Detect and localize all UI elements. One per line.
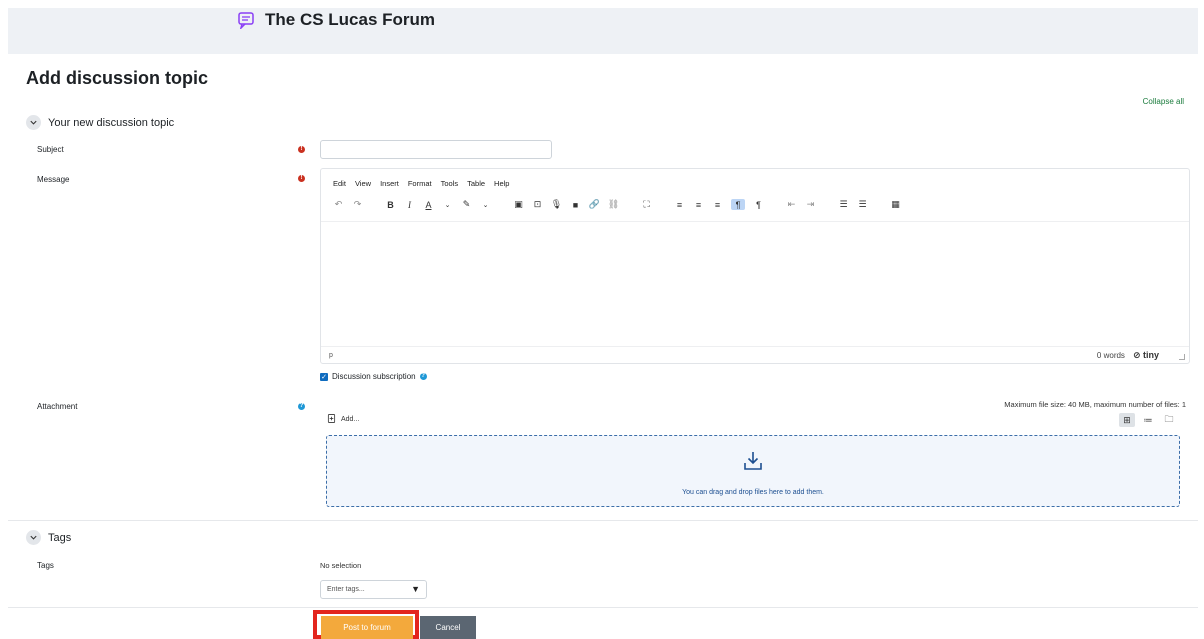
message-editor-area[interactable] <box>322 223 1188 345</box>
indent-icon[interactable]: ⇥ <box>805 199 816 210</box>
section-label-tags: Tags <box>48 531 72 544</box>
rtl-icon[interactable]: ¶ <box>753 199 764 210</box>
editor-toolbar: ↶ ↷ B I A ⌄ ✎ ⌄ ▣ ⊡ 🎙 ■ 🔗 ⛓ ⛶ ≡ ≡ ≡ ¶ ¶ … <box>333 199 901 210</box>
add-file-label: Add... <box>341 416 360 423</box>
record-video-icon[interactable]: ■ <box>570 199 581 210</box>
chevron-down-icon[interactable]: ⌄ <box>480 199 491 210</box>
numbered-list-icon[interactable]: ☰ <box>857 199 868 210</box>
discussion-subscription: ✓ Discussion subscription ? <box>320 372 427 381</box>
page-header <box>8 8 1198 54</box>
menu-insert[interactable]: Insert <box>380 179 399 188</box>
record-audio-icon[interactable]: 🎙 <box>551 199 562 210</box>
file-dropzone[interactable]: You can drag and drop files here to add … <box>326 435 1180 507</box>
required-icon: ! <box>298 146 305 153</box>
menu-format[interactable]: Format <box>408 179 432 188</box>
section-label-topic: Your new discussion topic <box>48 116 175 129</box>
tiny-logo[interactable]: ⊘ tiny <box>1133 350 1159 361</box>
subject-label: Subject <box>37 145 64 154</box>
fullscreen-icon[interactable]: ⛶ <box>641 199 652 210</box>
editor-path: p <box>329 352 333 359</box>
subscription-label: Discussion subscription <box>332 372 416 381</box>
bold-icon[interactable]: B <box>385 199 396 210</box>
align-right-icon[interactable]: ≡ <box>712 199 723 210</box>
required-icon: ! <box>298 175 305 182</box>
page-title: Add discussion topic <box>26 68 209 88</box>
bullet-list-icon[interactable]: ☰ <box>838 199 849 210</box>
folder-view-icon[interactable]: 🗀 <box>1161 413 1177 427</box>
subject-input[interactable] <box>320 140 552 159</box>
ltr-icon[interactable]: ¶ <box>731 199 745 210</box>
divider <box>8 520 1198 521</box>
post-to-forum-button[interactable]: Post to forum <box>321 616 413 639</box>
dropdown-arrow-icon[interactable]: ▼ <box>411 584 420 594</box>
rich-text-editor: Edit View Insert Format Tools Table Help… <box>320 168 1190 364</box>
chevron-down-icon[interactable]: ⌄ <box>442 199 453 210</box>
chevron-down-icon <box>26 115 41 130</box>
section-toggle-topic[interactable]: Your new discussion topic <box>26 115 174 130</box>
unlink-icon[interactable]: ⛓ <box>608 199 619 210</box>
forum-title-text: The CS Lucas Forum <box>265 10 436 29</box>
help-icon[interactable]: ? <box>298 403 305 410</box>
image-icon[interactable]: ▣ <box>513 199 524 210</box>
resize-handle[interactable] <box>1179 354 1185 360</box>
menu-tools[interactable]: Tools <box>441 179 459 188</box>
tiny-brand-text: tiny <box>1142 350 1159 360</box>
menu-table[interactable]: Table <box>467 179 485 188</box>
divider <box>321 221 1189 222</box>
add-file-button[interactable]: Add... <box>327 414 359 425</box>
message-label: Message <box>37 175 70 184</box>
align-center-icon[interactable]: ≡ <box>693 199 704 210</box>
highlight-icon[interactable]: ✎ <box>461 199 472 210</box>
undo-icon[interactable]: ↶ <box>333 199 344 210</box>
editor-statusbar: 0 words ⊘ tiny <box>1097 350 1159 361</box>
download-icon <box>742 450 764 472</box>
word-count[interactable]: 0 words <box>1097 351 1125 360</box>
chevron-down-icon <box>26 530 41 545</box>
forum-icon <box>237 11 255 31</box>
text-color-icon[interactable]: A <box>423 199 434 210</box>
divider <box>321 346 1189 347</box>
tags-input[interactable]: Enter tags... ▼ <box>320 580 427 599</box>
attachment-label: Attachment <box>37 402 78 411</box>
file-limits: Maximum file size: 40 MB, maximum number… <box>1004 400 1186 409</box>
section-toggle-tags[interactable]: Tags <box>26 530 71 545</box>
collapse-all-link[interactable]: Collapse all <box>1143 97 1184 106</box>
grid-view-icon[interactable]: ⊞ <box>1119 413 1135 427</box>
menu-edit[interactable]: Edit <box>333 179 346 188</box>
forum-title: The CS Lucas Forum <box>237 10 436 31</box>
dropzone-text: You can drag and drop files here to add … <box>682 489 824 496</box>
tags-label: Tags <box>37 561 54 570</box>
page: The CS Lucas Forum Add discussion topic … <box>0 0 1204 639</box>
redo-icon[interactable]: ↷ <box>352 199 363 210</box>
list-view-icon[interactable]: ≔ <box>1140 413 1156 427</box>
file-view-toggle: ⊞ ≔ 🗀 <box>1119 413 1177 427</box>
menu-view[interactable]: View <box>355 179 371 188</box>
media-icon[interactable]: ⊡ <box>532 199 543 210</box>
file-add-icon <box>327 414 336 425</box>
italic-icon[interactable]: I <box>404 199 415 210</box>
cancel-button[interactable]: Cancel <box>420 616 476 639</box>
tags-selection: No selection <box>320 561 362 570</box>
align-left-icon[interactable]: ≡ <box>674 199 685 210</box>
tags-placeholder: Enter tags... <box>327 586 365 593</box>
divider <box>8 607 1198 608</box>
subscription-checkbox[interactable]: ✓ <box>320 372 328 381</box>
editor-menubar: Edit View Insert Format Tools Table Help <box>333 179 509 188</box>
calculator-icon[interactable]: ▦ <box>890 199 901 210</box>
outdent-icon[interactable]: ⇤ <box>786 199 797 210</box>
menu-help[interactable]: Help <box>494 179 509 188</box>
link-icon[interactable]: 🔗 <box>589 199 600 210</box>
help-icon[interactable]: ? <box>419 373 427 380</box>
